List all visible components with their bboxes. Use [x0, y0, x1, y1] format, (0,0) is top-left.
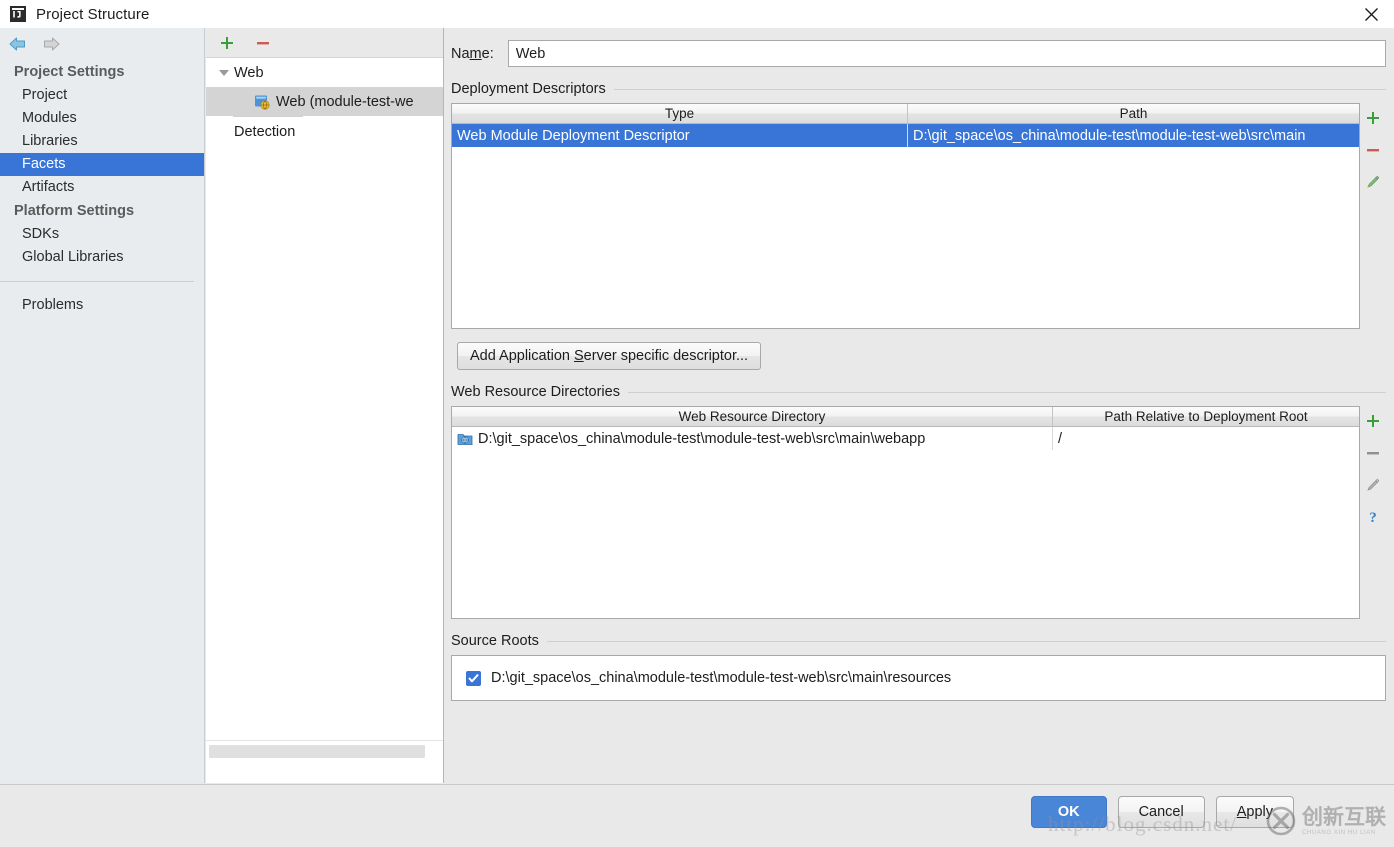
tree-horizontal-scrollbar[interactable] [206, 740, 443, 761]
sidebar-group-header-platform-settings: Platform Settings [0, 199, 204, 223]
cancel-button[interactable]: Cancel [1118, 796, 1205, 828]
tree-node-detection[interactable]: Detection [206, 117, 443, 146]
deployment-descriptors-toolbar [1360, 103, 1386, 329]
source-roots-group: Source Roots D:\git_space\os_china\modul… [445, 633, 1394, 701]
ok-button[interactable]: OK [1031, 796, 1107, 828]
navigation-arrows [0, 28, 204, 60]
deployment-descriptors-group: Deployment Descriptors Type Path Web Mod… [445, 81, 1394, 370]
web-folder-icon [457, 431, 473, 447]
plus-icon[interactable] [216, 32, 238, 54]
cell-text: D:\git_space\os_china\module-test\module… [478, 431, 925, 447]
source-root-checkbox[interactable] [466, 671, 481, 686]
deployment-descriptors-table-wrap: Type Path Web Module Deployment Descript… [451, 103, 1386, 329]
source-root-path: D:\git_space\os_china\module-test\module… [491, 670, 951, 686]
sidebar-item-problems[interactable]: Problems [0, 294, 204, 317]
cell-web-resource-directory: D:\git_space\os_china\module-test\module… [452, 427, 1053, 450]
table-header-row: Type Path [452, 104, 1359, 124]
web-resource-directories-group: Web Resource Directories Web Resource Di… [445, 384, 1394, 619]
table-row[interactable]: Web Module Deployment Descriptor D:\git_… [452, 124, 1359, 147]
facet-name-row: Name: [445, 28, 1394, 67]
minus-icon[interactable] [1362, 139, 1384, 161]
source-roots-title: Source Roots [451, 633, 1386, 649]
sidebar-group-header-project-settings: Project Settings [0, 60, 204, 84]
apply-button[interactable]: Apply [1216, 796, 1294, 828]
facet-tree-panel: Web Web (module-test-we Det [206, 28, 444, 783]
svg-text:?: ? [1369, 510, 1377, 525]
tree-node-label: Detection [234, 124, 295, 140]
web-resource-directories-table-wrap: Web Resource Directory Path Relative to … [451, 406, 1386, 619]
sidebar-item-libraries[interactable]: Libraries [0, 130, 204, 153]
scrollbar-thumb[interactable] [209, 745, 425, 758]
dialog-footer: OK Cancel Apply [0, 784, 1394, 847]
sidebar-item-sdks[interactable]: SDKs [0, 223, 204, 246]
sidebar-item-modules[interactable]: Modules [0, 107, 204, 130]
facet-settings-panel: Name: Deployment Descriptors Type Path W… [445, 28, 1394, 783]
web-resource-directories-title: Web Resource Directories [451, 384, 1386, 400]
add-app-server-descriptor-button[interactable]: Add Application Server specific descript… [457, 342, 761, 370]
close-icon[interactable] [1348, 0, 1394, 28]
pencil-icon[interactable] [1362, 171, 1384, 193]
web-facet-icon [254, 94, 270, 110]
source-roots-list: D:\git_space\os_china\module-test\module… [451, 655, 1386, 701]
minus-icon[interactable] [252, 32, 274, 54]
chevron-down-icon[interactable] [214, 70, 234, 76]
table-header-row: Web Resource Directory Path Relative to … [452, 407, 1359, 427]
arrow-left-icon[interactable] [4, 32, 30, 56]
plus-icon[interactable] [1362, 410, 1384, 432]
tree-node-label: Web (module-test-we [276, 94, 414, 110]
title-bar: Project Structure [0, 0, 1394, 28]
arrow-right-icon[interactable] [38, 32, 64, 56]
column-header-web-resource-directory[interactable]: Web Resource Directory [452, 407, 1053, 426]
facet-name-input[interactable] [508, 40, 1386, 67]
sidebar-item-artifacts[interactable]: Artifacts [0, 176, 204, 199]
project-structure-dialog: Project Structure Project Settings Pro [0, 0, 1394, 847]
pencil-icon [1362, 474, 1384, 496]
web-resource-directories-table: Web Resource Directory Path Relative to … [451, 406, 1360, 619]
facet-tree-body: Web Web (module-test-we Det [206, 58, 443, 761]
cell-type: Web Module Deployment Descriptor [452, 124, 908, 147]
tree-node-web-group[interactable]: Web [206, 58, 443, 87]
table-row[interactable]: D:\git_space\os_china\module-test\module… [452, 427, 1359, 450]
facet-tree-toolbar [206, 28, 443, 58]
add-descriptor-button-wrap: Add Application Server specific descript… [451, 342, 1386, 370]
sidebar-divider [0, 281, 194, 282]
cell-path: D:\git_space\os_china\module-test\module… [908, 124, 1359, 147]
sidebar-item-global-libraries[interactable]: Global Libraries [0, 246, 204, 269]
column-header-path[interactable]: Path [908, 104, 1359, 123]
column-header-path-relative[interactable]: Path Relative to Deployment Root [1053, 407, 1359, 426]
minus-icon [1362, 442, 1384, 464]
deployment-descriptors-title: Deployment Descriptors [451, 81, 1386, 97]
dialog-buttons: OK Cancel Apply [1031, 796, 1294, 828]
intellij-idea-icon [10, 6, 26, 22]
sidebar-item-project[interactable]: Project [0, 84, 204, 107]
deployment-descriptors-table: Type Path Web Module Deployment Descript… [451, 103, 1360, 329]
web-resource-directories-toolbar: ? [1360, 406, 1386, 619]
cell-relative-path: / [1053, 427, 1359, 450]
tree-node-web-facet[interactable]: Web (module-test-we [206, 87, 443, 116]
window-title: Project Structure [36, 6, 149, 23]
settings-sidebar: Project Settings Project Modules Librari… [0, 28, 205, 783]
question-icon[interactable]: ? [1362, 506, 1384, 528]
facet-name-label: Name: [451, 46, 494, 62]
tree-node-label: Web [234, 65, 264, 81]
column-header-type[interactable]: Type [452, 104, 908, 123]
plus-icon[interactable] [1362, 107, 1384, 129]
sidebar-item-facets[interactable]: Facets [0, 153, 204, 176]
